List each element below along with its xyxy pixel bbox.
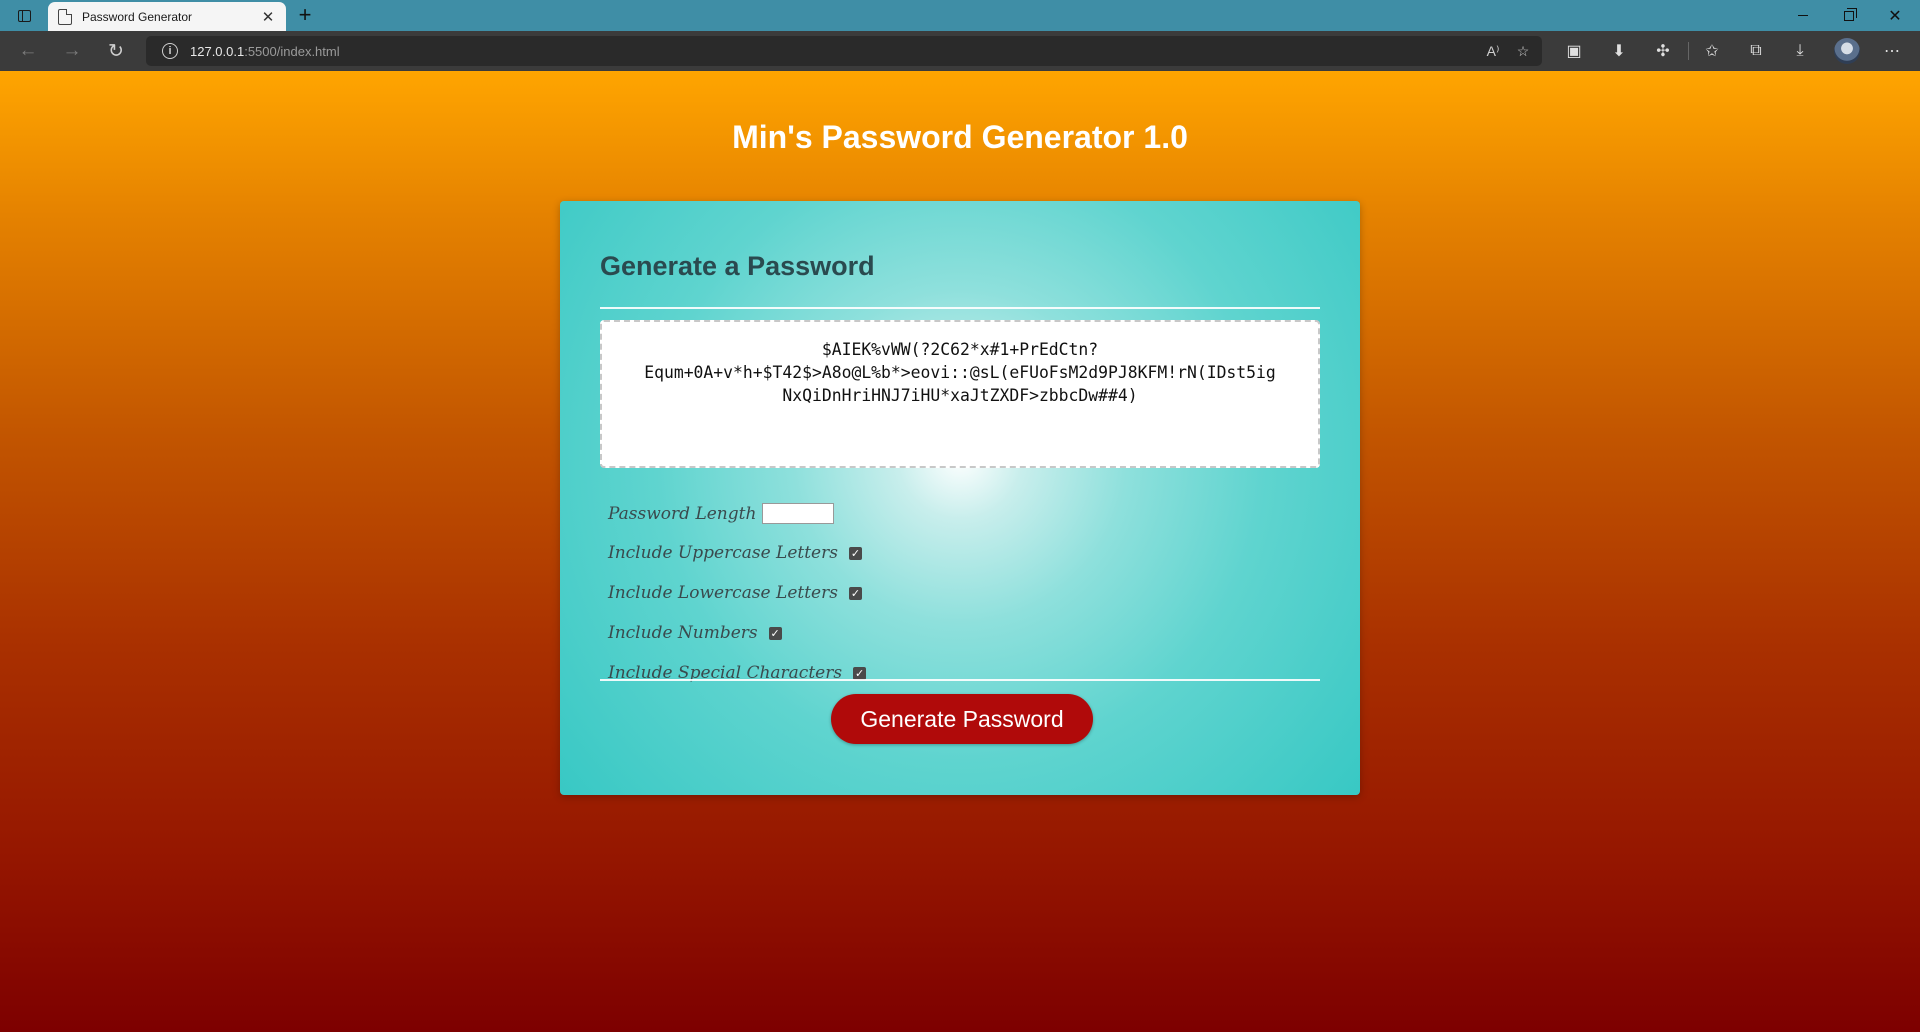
collections-icon[interactable]: ⧉: [1744, 39, 1768, 63]
download-icon[interactable]: ⤓: [1788, 39, 1812, 63]
password-line: NxQiDnHriHNJ7iHU*xaJtZXDF>zbbcDw##4): [782, 386, 1138, 405]
toolbar-divider: [1688, 42, 1689, 60]
split-screen-icon[interactable]: ▣: [1562, 39, 1586, 63]
restore-window-button[interactable]: [1826, 0, 1872, 31]
add-favorite-icon[interactable]: ☆: [1512, 41, 1534, 61]
refresh-icon[interactable]: ↻: [102, 38, 130, 64]
generator-card: Generate a Password $AIEK%vWW(?2C62*x#1+…: [560, 201, 1360, 795]
extensions-icon[interactable]: ✣: [1651, 39, 1675, 63]
minimize-window-button[interactable]: [1780, 0, 1826, 31]
page-favicon-icon: [58, 8, 72, 25]
url-path: :5500/index.html: [244, 43, 340, 59]
sidebar-toggle-icon[interactable]: [12, 6, 36, 26]
password-line: $AIEK%vWW(?2C62*x#1+PrEdCtn?: [821, 340, 1099, 359]
page-title: Min's Password Generator 1.0: [732, 119, 1188, 155]
url-host: 127.0.0.1: [190, 43, 245, 59]
uppercase-option-row: Include Uppercase Letters ✓: [608, 543, 862, 563]
forward-arrow-icon[interactable]: →: [58, 38, 86, 64]
lowercase-label: Include Lowercase Letters: [608, 583, 838, 603]
numbers-checkbox[interactable]: ✓: [768, 626, 782, 640]
numbers-label: Include Numbers: [608, 623, 758, 643]
tab-close-icon[interactable]: ✕: [260, 8, 276, 26]
read-aloud-icon[interactable]: A⁾: [1482, 41, 1504, 61]
header-divider: [600, 307, 1320, 309]
browser-tab-bar: Password Generator ✕ + ✕: [0, 0, 1920, 31]
password-length-input[interactable]: [762, 503, 835, 524]
options-divider: [600, 679, 1320, 681]
more-menu-icon[interactable]: ⋯: [1880, 39, 1904, 63]
download-badge-icon[interactable]: ⬇: [1607, 39, 1631, 63]
url-text[interactable]: 127.0.0.1:5500/index.html: [190, 44, 340, 59]
tab-title: Password Generator: [82, 9, 193, 24]
password-length-label: Password Length: [608, 503, 757, 524]
lowercase-option-row: Include Lowercase Letters ✓: [608, 583, 862, 603]
restore-icon: [1844, 7, 1857, 21]
generate-password-button[interactable]: Generate Password: [831, 694, 1093, 744]
page-background: Min's Password Generator 1.0 Generate a …: [0, 71, 1920, 1032]
special-checkbox[interactable]: ✓: [853, 666, 867, 680]
password-output[interactable]: $AIEK%vWW(?2C62*x#1+PrEdCtn? Equm+0A+v*h…: [600, 320, 1320, 468]
numbers-option-row: Include Numbers ✓: [608, 623, 782, 643]
password-length-row: Password Length: [608, 503, 835, 524]
tab-password-generator[interactable]: Password Generator ✕: [48, 2, 286, 31]
minimize-icon: [1798, 15, 1808, 16]
browser-toolbar: ← → ↻ i 127.0.0.1:5500/index.html A⁾ ☆ ▣…: [0, 31, 1920, 71]
lowercase-checkbox[interactable]: ✓: [848, 586, 862, 600]
close-window-button[interactable]: ✕: [1872, 0, 1918, 31]
back-arrow-icon[interactable]: ←: [14, 38, 42, 64]
profile-avatar[interactable]: [1834, 38, 1860, 64]
site-info-icon[interactable]: i: [162, 43, 178, 59]
uppercase-checkbox[interactable]: ✓: [848, 546, 862, 560]
uppercase-label: Include Uppercase Letters: [608, 543, 838, 563]
password-line: Equm+0A+v*h+$T42$>A8o@L%b*>eovi::@sL(eFU…: [644, 363, 1276, 382]
card-header: Generate a Password: [600, 251, 875, 281]
address-bar[interactable]: i 127.0.0.1:5500/index.html A⁾ ☆: [146, 36, 1542, 66]
favorites-icon[interactable]: ✩: [1700, 39, 1724, 63]
new-tab-button[interactable]: +: [294, 2, 316, 28]
